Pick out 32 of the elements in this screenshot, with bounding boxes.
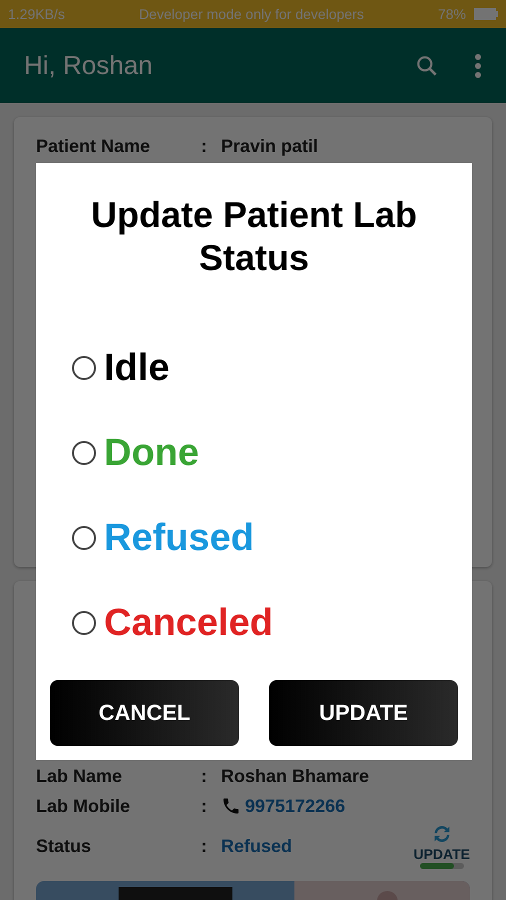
- radio-button[interactable]: [72, 611, 96, 636]
- colon-separator: :: [201, 766, 208, 786]
- field-label: Patient Name: [36, 136, 152, 156]
- update-button[interactable]: UPDATE: [269, 680, 458, 746]
- status-option[interactable]: Done: [72, 434, 458, 472]
- battery-icon: [474, 8, 498, 20]
- colon-separator: :: [201, 836, 208, 856]
- field-value: Roshan Bhamare: [221, 766, 370, 786]
- progress-bar-icon: [420, 863, 464, 869]
- status-value: Refused: [221, 836, 292, 856]
- field-value: Pravin patil: [221, 136, 318, 156]
- status-option[interactable]: Refused: [72, 519, 458, 558]
- more-menu-icon[interactable]: [474, 52, 482, 78]
- developer-notice: Developer mode only for developers: [138, 6, 365, 22]
- status-option[interactable]: Canceled: [72, 604, 458, 642]
- radio-button[interactable]: [72, 441, 96, 466]
- field-label: Lab Mobile: [36, 796, 131, 816]
- radio-button[interactable]: [72, 356, 96, 380]
- status-option[interactable]: Idle: [72, 349, 458, 388]
- network-speed: 1.29KB/s: [8, 6, 65, 22]
- radio-button[interactable]: [72, 526, 96, 550]
- dialog-title: Update Patient Lab Status: [90, 193, 418, 280]
- colon-separator: :: [201, 136, 208, 156]
- app-title: Hi, Roshan: [24, 50, 154, 81]
- battery-level: 78%: [438, 6, 466, 22]
- phone-icon: [221, 796, 241, 816]
- cancel-button[interactable]: CANCEL: [50, 680, 239, 746]
- colon-separator: :: [201, 796, 208, 816]
- field-label: Status: [36, 836, 92, 856]
- update-status-button[interactable]: UPDATE: [413, 823, 470, 869]
- field-label: Lab Name: [36, 766, 124, 786]
- lab-mobile-link[interactable]: 9975172266: [245, 796, 346, 816]
